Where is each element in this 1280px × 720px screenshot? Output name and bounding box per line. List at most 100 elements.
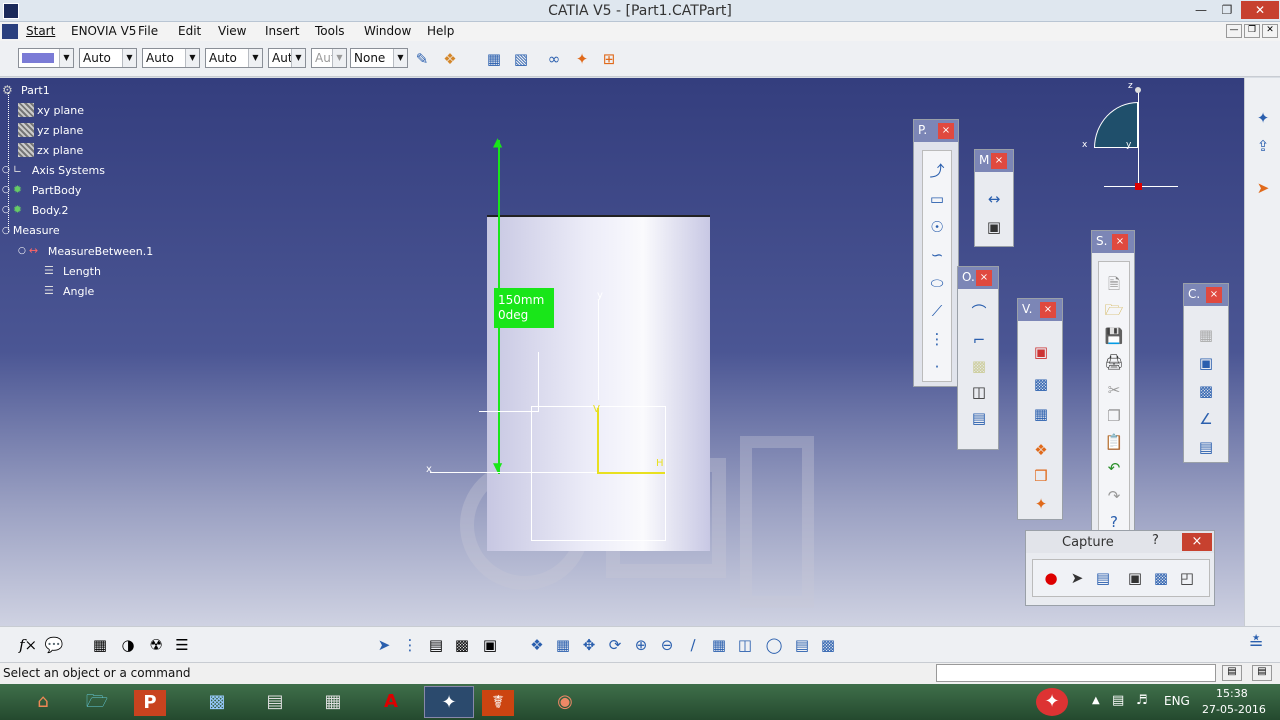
tray-network-icon[interactable]: ▤ [1112, 693, 1124, 708]
cut-part-icon[interactable]: ▣ [1030, 341, 1052, 363]
layer-combo[interactable]: None ▼ [350, 48, 408, 68]
zoom-in-icon[interactable]: ⊕ [631, 635, 651, 655]
update-icon[interactable]: ▤ [1195, 436, 1217, 458]
pan-icon[interactable]: ❖ [1030, 439, 1052, 461]
close-icon[interactable]: × [1112, 234, 1128, 250]
exit-workbench-icon[interactable]: ⇪ [1253, 136, 1273, 156]
spline-icon[interactable]: ∽ [926, 244, 948, 266]
firefox-icon[interactable]: ◉ [540, 686, 590, 718]
select-mode-icon[interactable]: ➤ [1066, 567, 1088, 589]
tree-item-partbody[interactable]: ○ ✹ PartBody [2, 183, 81, 197]
clock-time[interactable]: 15:38 [1216, 687, 1248, 700]
language-indicator[interactable]: ENG [1164, 694, 1190, 708]
help-icon[interactable]: ? [1152, 533, 1159, 548]
ellipse-icon[interactable]: ⬭ [926, 272, 948, 294]
3d-viewport[interactable]: ⚙ Part1 xy plane yz plane zx plane ○ ∟ Axis… [0, 78, 1244, 626]
undo-icon[interactable]: ↶ [1103, 457, 1125, 479]
home-icon[interactable]: ⌂ [18, 686, 68, 718]
iso-view-icon[interactable]: ◫ [735, 635, 755, 655]
line-type-combo[interactable]: Auto ▼ [205, 48, 263, 68]
capture-icon[interactable]: ▣ [1124, 567, 1146, 589]
circle-icon[interactable]: ☉ [926, 216, 948, 238]
measure-label[interactable]: 150mm 0deg [494, 288, 554, 328]
grid-icon[interactable]: ▦ [484, 49, 504, 69]
autocad-icon[interactable]: A [366, 686, 416, 718]
menu-enovia[interactable]: ENOVIA V5 [71, 24, 136, 38]
angle-constraint-icon[interactable]: ∠ [1195, 408, 1217, 430]
close-icon[interactable]: × [991, 153, 1007, 169]
pan-icon[interactable]: ❖ [527, 635, 547, 655]
command-input[interactable] [936, 664, 1216, 682]
menu-insert[interactable]: Insert [265, 24, 299, 38]
compass[interactable]: z x y [1082, 81, 1178, 192]
point-symbol-combo[interactable]: Aut ▼ [268, 48, 306, 68]
calculator-icon[interactable]: ▦ [308, 686, 358, 718]
swap-space-icon[interactable]: ▩ [818, 635, 838, 655]
menu-help[interactable]: Help [427, 24, 454, 38]
open-icon[interactable]: 🗁 [1103, 299, 1125, 321]
move-icon[interactable]: ✥ [579, 635, 599, 655]
profile-icon[interactable]: ⤴ [926, 160, 948, 182]
powerpoint-icon[interactable]: P [134, 690, 166, 716]
print-icon[interactable]: 🖨 [1103, 351, 1125, 373]
status-option-icon[interactable]: ▤ [1222, 665, 1242, 681]
tree-item-yz-plane[interactable]: yz plane [18, 123, 83, 137]
lock-icon[interactable]: ☢ [146, 635, 166, 655]
comment-icon[interactable]: 💬 [44, 635, 64, 655]
normal-view-icon[interactable]: ▩ [1030, 373, 1052, 395]
fix-icon[interactable]: ▦ [1195, 324, 1217, 346]
measure-between-icon[interactable]: ↔ [983, 188, 1005, 210]
tree-item-part1[interactable]: ⚙ Part1 [2, 83, 50, 97]
expand-icon[interactable]: ○ [2, 205, 10, 215]
antivirus-icon[interactable]: ✦ [1036, 688, 1068, 716]
transparency-combo[interactable]: Auto ▼ [79, 48, 137, 68]
rendering-style-combo[interactable]: Aut ▼ [311, 48, 347, 68]
dimensional-constraint-icon[interactable]: ⊞ [599, 49, 619, 69]
hierarchy-icon[interactable]: ⋮ [400, 635, 420, 655]
corner-icon[interactable]: ⌒ [968, 301, 990, 323]
normal-view-icon[interactable]: ∕ [683, 635, 703, 655]
line-icon[interactable]: ⟋ [926, 300, 948, 322]
zoom-out-icon[interactable]: ⊖ [657, 635, 677, 655]
album-icon[interactable]: ▩ [1150, 567, 1172, 589]
tree-item-body2[interactable]: ○ ✹ Body.2 [2, 203, 69, 217]
tree-item-xy-plane[interactable]: xy plane [18, 103, 84, 117]
multi-view-icon[interactable]: ▦ [709, 635, 729, 655]
pdf-reader-icon[interactable]: ☤ [482, 690, 514, 716]
snap-grid-icon[interactable]: ▧ [511, 49, 531, 69]
collapse-icon[interactable]: ○ [18, 246, 26, 256]
sketcher-icon[interactable]: ✦ [1253, 108, 1273, 128]
menu-edit[interactable]: Edit [178, 24, 201, 38]
close-window-button[interactable]: ✕ [1241, 1, 1279, 19]
capture-mode-icon[interactable]: ◰ [1176, 567, 1198, 589]
axis-icon[interactable]: ⋮ [926, 328, 948, 350]
tree-item-length[interactable]: ☰ Length [44, 264, 101, 278]
tree-item-measure[interactable]: ○ Measure [2, 224, 60, 237]
contact-icon[interactable]: ▣ [1195, 352, 1217, 374]
photos-icon[interactable]: ▩ [192, 686, 242, 718]
expand-icon[interactable]: ○ [2, 185, 10, 195]
close-icon[interactable]: × [1182, 533, 1212, 551]
geometric-constraint-icon[interactable]: ✦ [572, 49, 592, 69]
properties-brush-icon[interactable]: ❖ [440, 49, 460, 69]
painter-icon[interactable]: ✎ [412, 49, 432, 69]
offset-icon[interactable]: ▩ [1195, 380, 1217, 402]
doc-minimize-button[interactable]: — [1226, 24, 1242, 38]
select-arrow-icon[interactable]: ➤ [1253, 178, 1273, 198]
tree-item-measure-between[interactable]: ○ ↔ MeasureBetween.1 [18, 244, 153, 258]
eraser-icon[interactable]: ▩ [968, 355, 990, 377]
collapse-icon[interactable]: ○ [2, 226, 10, 236]
table-icon[interactable]: ▦ [90, 635, 110, 655]
restore-button[interactable]: ❐ [1214, 1, 1240, 19]
knowledge-icon[interactable]: ◑ [118, 635, 138, 655]
tray-volume-icon[interactable]: ♬ [1136, 693, 1148, 708]
constraint-icon[interactable]: ∞ [544, 49, 564, 69]
equation-icon[interactable]: ☰ [172, 635, 192, 655]
mirror-icon[interactable]: ◫ [968, 381, 990, 403]
tray-up-arrow-icon[interactable]: ▲ [1092, 695, 1100, 706]
doc-close-button[interactable]: ✕ [1262, 24, 1278, 38]
menu-file[interactable]: File [138, 24, 158, 38]
menu-start[interactable]: Start [26, 24, 55, 38]
notepad-icon[interactable]: ▤ [250, 686, 300, 718]
rotate-icon[interactable]: ⟳ [605, 635, 625, 655]
